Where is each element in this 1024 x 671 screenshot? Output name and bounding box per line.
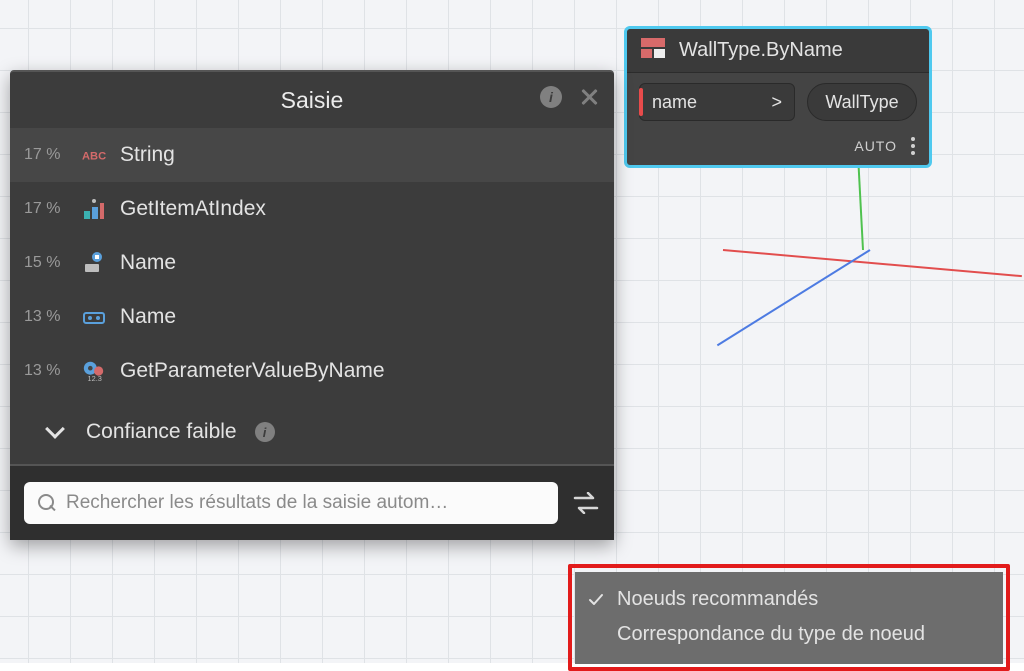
output-port-label: WallType — [825, 92, 898, 113]
result-row[interactable]: 17 % ABC String — [10, 128, 614, 182]
panel-footer: Rechercher les résultats de la saisie au… — [10, 464, 614, 540]
result-label: Name — [120, 305, 176, 329]
input-port-marker: > — [771, 92, 782, 113]
axis-y — [717, 249, 871, 346]
axis-x — [723, 249, 1022, 277]
context-menu: Noeuds recommandés Correspondance du type… — [575, 572, 1003, 664]
search-input[interactable]: Rechercher les résultats de la saisie au… — [24, 482, 558, 524]
node-title-bar[interactable]: WallType.ByName — [627, 29, 929, 73]
close-icon[interactable] — [578, 86, 600, 108]
result-row[interactable]: 15 % Name — [10, 236, 614, 290]
svg-text:12.3: 12.3 — [88, 374, 102, 383]
results-list: 17 %ABCString17 %GetItemAtIndex15 %Name1… — [10, 128, 614, 398]
result-confidence: 17 % — [24, 200, 68, 218]
context-menu-item[interactable]: Correspondance du type de noeud — [575, 617, 1003, 652]
result-label: GetParameterValueByName — [120, 359, 385, 383]
context-menu-label: Noeuds recommandés — [617, 588, 818, 611]
context-menu-item[interactable]: Noeuds recommandés — [575, 582, 1003, 617]
gear-num-icon: 12.3 — [82, 359, 106, 383]
tag-icon — [82, 251, 106, 275]
info-icon[interactable]: i — [540, 86, 562, 108]
node-title: WallType.ByName — [679, 39, 843, 62]
result-confidence: 15 % — [24, 254, 68, 272]
input-port-label: name — [652, 92, 697, 113]
param-icon — [82, 305, 106, 329]
toggle-mode-icon[interactable] — [572, 489, 600, 517]
search-placeholder: Rechercher les résultats de la saisie au… — [66, 492, 448, 514]
section-label: Confiance faible — [86, 420, 237, 444]
chevron-down-icon — [45, 419, 65, 439]
svg-text:ABC: ABC — [82, 150, 106, 162]
result-row[interactable]: 13 % 12.3 GetParameterValueByName — [10, 344, 614, 398]
index-icon — [82, 197, 106, 221]
result-label: Name — [120, 251, 176, 275]
result-row[interactable]: 17 % GetItemAtIndex — [10, 182, 614, 236]
abc-icon: ABC — [82, 143, 106, 167]
result-label: String — [120, 143, 175, 167]
search-icon — [38, 494, 56, 512]
input-port-name[interactable]: name > — [639, 83, 795, 121]
info-icon[interactable]: i — [255, 422, 275, 442]
node-lacing[interactable]: AUTO — [854, 138, 897, 154]
context-menu-label: Correspondance du type de noeud — [617, 623, 925, 646]
result-confidence: 17 % — [24, 146, 68, 164]
node-menu-icon[interactable] — [911, 137, 915, 155]
node-walltype[interactable]: WallType.ByName name > WallType AUTO — [624, 26, 932, 168]
autocomplete-panel: Saisie i 17 % ABC String 17 % GetItemAtIndex… — [10, 70, 614, 540]
result-confidence: 13 % — [24, 308, 68, 326]
check-icon — [587, 591, 605, 609]
low-confidence-section[interactable]: Confiance faible i — [10, 398, 614, 464]
result-row[interactable]: 13 % Name — [10, 290, 614, 344]
result-label: GetItemAtIndex — [120, 197, 266, 221]
panel-title: Saisie — [10, 87, 614, 114]
context-menu-highlight: Noeuds recommandés Correspondance du type… — [568, 564, 1010, 671]
result-confidence: 13 % — [24, 362, 68, 380]
panel-header: Saisie i — [10, 72, 614, 128]
output-port-walltype[interactable]: WallType — [807, 83, 917, 121]
node-category-icon — [641, 38, 665, 64]
